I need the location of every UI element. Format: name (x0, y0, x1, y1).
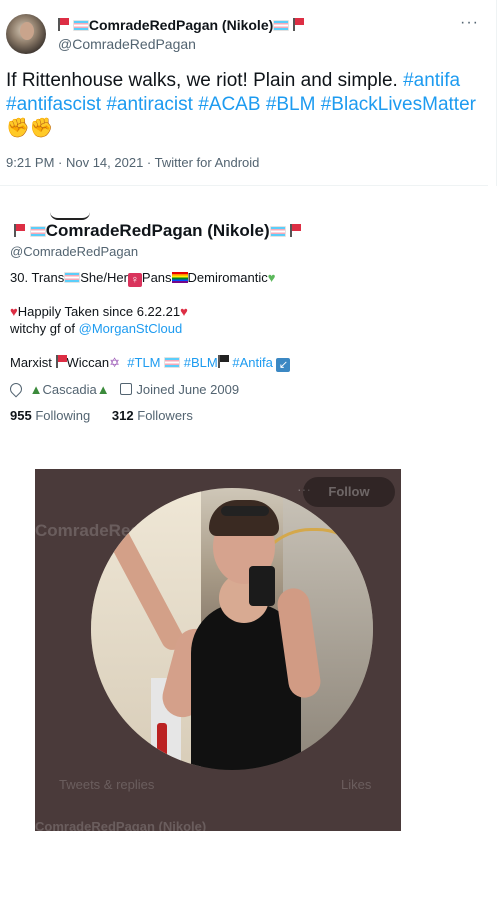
location-icon (7, 380, 25, 398)
followers-label: Followers (137, 408, 193, 423)
hashtag-link[interactable]: #ACAB (198, 94, 260, 115)
profile-photo-screenshot: ComradeRedPagan ··· Follow Tweets & repl… (35, 469, 401, 831)
hashtag-link[interactable]: #BLM (184, 355, 218, 370)
red-heart-icon: ♥ (180, 304, 188, 319)
profile-bio-line: ♥Happily Taken since 6.22.21♥ (10, 304, 188, 319)
following-count: 955 (10, 408, 32, 423)
gf-mention-link[interactable]: @MorganStCloud (79, 321, 183, 336)
red-flag-icon (293, 18, 305, 31)
profile-name-text: ComradeRedPagan (Nikole) (45, 221, 270, 240)
profile-handle[interactable]: @ComradeRedPagan (10, 244, 138, 259)
wiccan-icon: ✡ (109, 355, 121, 370)
black-flag-icon (217, 355, 229, 368)
author-name[interactable]: ComradeRedPagan (Nikole) (58, 17, 305, 33)
hashtag-link[interactable]: #Antifa (232, 355, 272, 370)
bio-marxist: Marxist (10, 355, 52, 370)
profile-joined: Joined June 2009 (136, 382, 240, 397)
red-flag-icon (58, 18, 69, 31)
following-label: Following (35, 408, 91, 423)
hashtag-link[interactable]: #BLM (266, 94, 316, 115)
bio-taken: Happily Taken since 6.22.21 (17, 304, 181, 319)
trans-flag-icon (72, 20, 89, 31)
profile-bio-line: Marxist Wiccan✡ #TLM #BLM #Antifa ↙ (10, 355, 291, 372)
profile-bio-line: witchy gf of @MorganStCloud (10, 321, 182, 336)
trans-flag-icon (269, 226, 286, 237)
hashtag-link[interactable]: #TLM (127, 355, 160, 370)
profile-name[interactable]: ComradeRedPagan (Nikole) (14, 221, 302, 241)
ghost-tab: Likes (341, 777, 372, 792)
divider (0, 185, 488, 186)
tweet-text: If Rittenhouse walks, we riot! Plain and… (6, 69, 486, 141)
hashtag-link[interactable]: #BlackLivesMatter (321, 94, 476, 115)
tree-icon: ▲ (96, 382, 110, 397)
tweet-timestamp[interactable]: 9:21 PM · Nov 14, 2021 · Twitter for And… (6, 155, 259, 170)
hashtag-link[interactable]: #antifa (403, 70, 460, 91)
profile-follow-stats: 955 Following 312 Followers (10, 408, 193, 423)
bio-demi: Demiromantic (187, 270, 268, 285)
more-options-icon[interactable]: ··· (460, 14, 479, 32)
tweet-body: If Rittenhouse walks, we riot! Plain and… (6, 70, 398, 91)
ghost-footer: ComradeRedPagan (Nikole) (35, 819, 207, 831)
red-flag-icon (55, 355, 67, 368)
profile-location: Cascadia (42, 382, 97, 397)
profile-photo (91, 488, 373, 770)
red-heart-icon: ♥ (10, 304, 18, 319)
hashtag-link[interactable]: #antiracist (106, 94, 193, 115)
ghost-tab: Tweets & replies (59, 777, 155, 792)
divider (496, 0, 497, 186)
female-sign-icon: ♀ (127, 273, 142, 287)
arrow-icon: ↙ (276, 358, 291, 372)
profile-avatar-edge (50, 212, 90, 220)
trans-flag-icon (29, 226, 46, 237)
tree-icon: ▲ (29, 382, 43, 397)
bio-wiccan: Wiccan (66, 355, 110, 370)
tweet: ComradeRedPagan (Nikole) @ComradeRedPaga… (0, 0, 501, 186)
trans-flag-icon (164, 357, 181, 368)
author-avatar[interactable] (6, 14, 46, 54)
rainbow-flag-icon (171, 272, 188, 283)
followers-link[interactable]: 312 Followers (112, 408, 193, 423)
red-flag-icon (14, 224, 25, 237)
bio-pans: Pans (141, 270, 172, 285)
profile-meta: ▲Cascadia▲ Joined June 2009 (7, 380, 240, 398)
red-flag-icon (290, 224, 302, 237)
bio-age: 30. Trans (10, 270, 65, 285)
trans-flag-icon (273, 20, 290, 31)
profile-bio-line: 30. Trans She/Her ♀ Pans Demiromantic♥ (10, 270, 275, 287)
author-handle[interactable]: @ComradeRedPagan (58, 36, 196, 52)
fist-icon: ✊✊ (6, 118, 54, 139)
green-heart-icon: ♥ (267, 270, 276, 285)
bio-gf-prefix: witchy gf of (10, 321, 76, 336)
author-name-text: ComradeRedPagan (Nikole) (88, 17, 274, 33)
bio-pronouns: She/Her (80, 270, 128, 285)
followers-count: 312 (111, 408, 134, 423)
calendar-icon (120, 383, 133, 395)
following-link[interactable]: 955 Following (10, 408, 90, 423)
trans-flag-icon (64, 272, 81, 283)
hashtag-link[interactable]: #antifascist (6, 94, 101, 115)
